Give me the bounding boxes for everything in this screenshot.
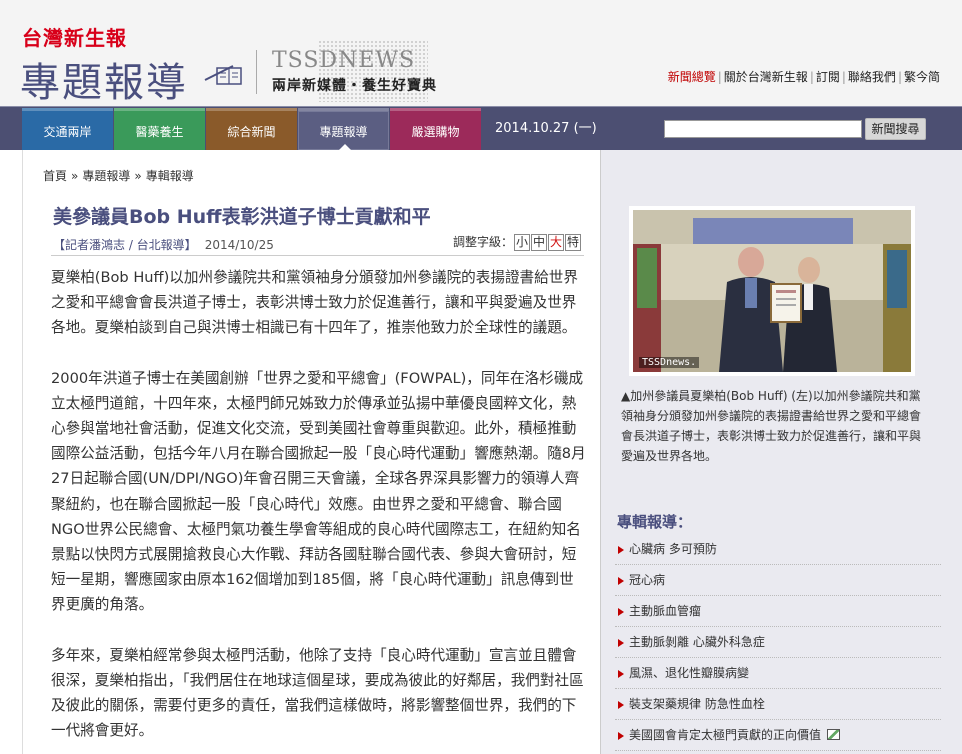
brand-name: TSSDNEWS [272, 48, 416, 73]
font-size-medium-button[interactable]: 中 [531, 234, 547, 251]
arrow-bullet-icon [618, 701, 624, 709]
newspaper-logo[interactable]: 台灣新生報 [22, 22, 127, 51]
article-column: 首頁» 專題報導» 專輯報導 美參議員Bob Huff表彰洪道子博士貢獻和平 【記者… [22, 150, 599, 754]
article-photo[interactable]: TSSDnews. [629, 206, 915, 376]
breadcrumb: 首頁» 專題報導» 專輯報導 [43, 169, 194, 183]
tab-shopping[interactable]: 嚴選購物 [390, 108, 481, 150]
related-item-label: 心臟病 多可預防 [629, 542, 717, 556]
related-item-label: 裝支架藥規律 防急性血栓 [629, 697, 765, 711]
related-item-label: 主動脈血管瘤 [629, 604, 702, 618]
font-size-xlarge-button[interactable]: 特 [565, 234, 581, 251]
related-item[interactable]: 冠心病 [615, 565, 941, 596]
font-size-small-button[interactable]: 小 [514, 234, 530, 251]
tab-cross-strait[interactable]: 交通兩岸 [22, 108, 113, 150]
article-byline: 【記者潘鴻志 / 台北報導】 [53, 238, 197, 252]
tab-special-report[interactable]: 專題報導 [298, 108, 389, 151]
arrow-bullet-icon [618, 732, 624, 740]
arrow-bullet-icon [618, 608, 624, 616]
related-item-label: 主動脈剝離 心臟外科急症 [629, 635, 765, 649]
article-paragraph: 夏樂柏(Bob Huff)以加州參議院共和黨領袖身分頒發加州參議院的表揚證書給世… [51, 269, 578, 337]
related-item[interactable]: 主動脈剝離 心臟外科急症 [615, 627, 941, 658]
article-title: 美參議員Bob Huff表彰洪道子博士貢獻和平 [53, 206, 431, 228]
related-title: 專輯報導： [617, 513, 693, 531]
font-size-large-button[interactable]: 大 [548, 234, 564, 251]
brand-slogan: 兩岸新媒體・養生好寶典 [272, 78, 437, 94]
main-nav: 交通兩岸 醫藥養生 綜合新聞 專題報導 嚴選購物 2014.10.27 (一) … [0, 106, 962, 151]
tab-general-news[interactable]: 綜合新聞 [206, 108, 297, 150]
logo-divider [256, 50, 257, 94]
pen-book-icon [204, 65, 242, 85]
award-ceremony-image [633, 210, 911, 372]
search-button[interactable]: 新聞搜尋 [865, 118, 926, 140]
related-item[interactable]: 裝支架藥規律 防急性血栓 [615, 689, 941, 720]
article-date: 2014/10/25 [204, 238, 274, 252]
link-contact[interactable]: 聯絡我們 [848, 70, 896, 84]
related-list: 心臟病 多可預防 冠心病 主動脈血管瘤 主動脈剝離 心臟外科急症 風濕、退化性瓣… [615, 534, 941, 751]
link-news-overview[interactable]: 新聞總覽 [668, 70, 716, 84]
link-language[interactable]: 繁今简 [904, 70, 940, 84]
related-item-label: 風濕、退化性瓣膜病變 [629, 666, 750, 680]
article-paragraph: 2000年洪道子博士在美國創辦「世界之愛和平總會」(FOWPAL)，同年在洛杉磯… [51, 369, 586, 614]
arrow-bullet-icon [618, 670, 624, 678]
photo-caption: ▲加州參議員夏樂柏(Bob Huff) (左)以加州參議院共和黨領袖身分頒發加州… [621, 389, 922, 463]
current-date: 2014.10.27 (一) [495, 121, 597, 136]
title-divider [51, 255, 584, 256]
photo-watermark: TSSDnews. [639, 357, 700, 368]
site-header: 台灣新生報 專題報導 TSSDNEWS 兩岸新媒體・養生好寶典 新聞總覽 | 關於台… [0, 0, 962, 106]
article-meta: 【記者潘鴻志 / 台北報導】 2014/10/25 [53, 236, 274, 253]
font-size-label: 調整字級： [452, 235, 513, 249]
font-size-control: 調整字級：小中大特 [453, 233, 581, 251]
image-icon [827, 729, 841, 740]
breadcrumb-home[interactable]: 首頁 [43, 169, 67, 183]
arrow-bullet-icon [618, 639, 624, 647]
arrow-bullet-icon [618, 577, 624, 585]
photo-image: TSSDnews. [633, 210, 911, 372]
link-subscribe[interactable]: 訂閱 [816, 70, 840, 84]
section-logo[interactable]: 專題報導 [20, 50, 188, 108]
breadcrumb-section[interactable]: 專題報導 [82, 169, 130, 183]
related-item[interactable]: 心臟病 多可預防 [615, 534, 941, 565]
related-item[interactable]: 風濕、退化性瓣膜病變 [615, 658, 941, 689]
top-links: 新聞總覽 | 關於台灣新生報 | 訂閱 | 聯絡我們 | 繁今简 [667, 70, 940, 84]
related-item[interactable]: 美國國會肯定太極門貢獻的正向價值 [615, 720, 941, 751]
tab-health[interactable]: 醫藥養生 [114, 108, 205, 150]
sidebar: TSSDnews. ▲加州參議員夏樂柏(Bob Huff) (左)以加州參議院共… [600, 150, 962, 754]
article-body: 夏樂柏(Bob Huff)以加州參議院共和黨領袖身分頒發加州參議院的表揚證書給世… [51, 265, 586, 754]
link-about[interactable]: 關於台灣新生報 [724, 70, 808, 84]
search-input[interactable] [664, 120, 862, 138]
breadcrumb-category[interactable]: 專輯報導 [146, 169, 194, 183]
related-item-label: 美國國會肯定太極門貢獻的正向價值 [629, 728, 822, 742]
related-item[interactable]: 主動脈血管瘤 [615, 596, 941, 627]
article-paragraph: 多年來，夏樂柏經常參與太極門活動，他除了支持「良心時代運動」宣言並且體會很深，夏… [51, 646, 584, 740]
tab-special-report-label: 專題報導 [319, 125, 368, 139]
related-item-label: 冠心病 [629, 573, 666, 587]
arrow-bullet-icon [618, 546, 624, 554]
